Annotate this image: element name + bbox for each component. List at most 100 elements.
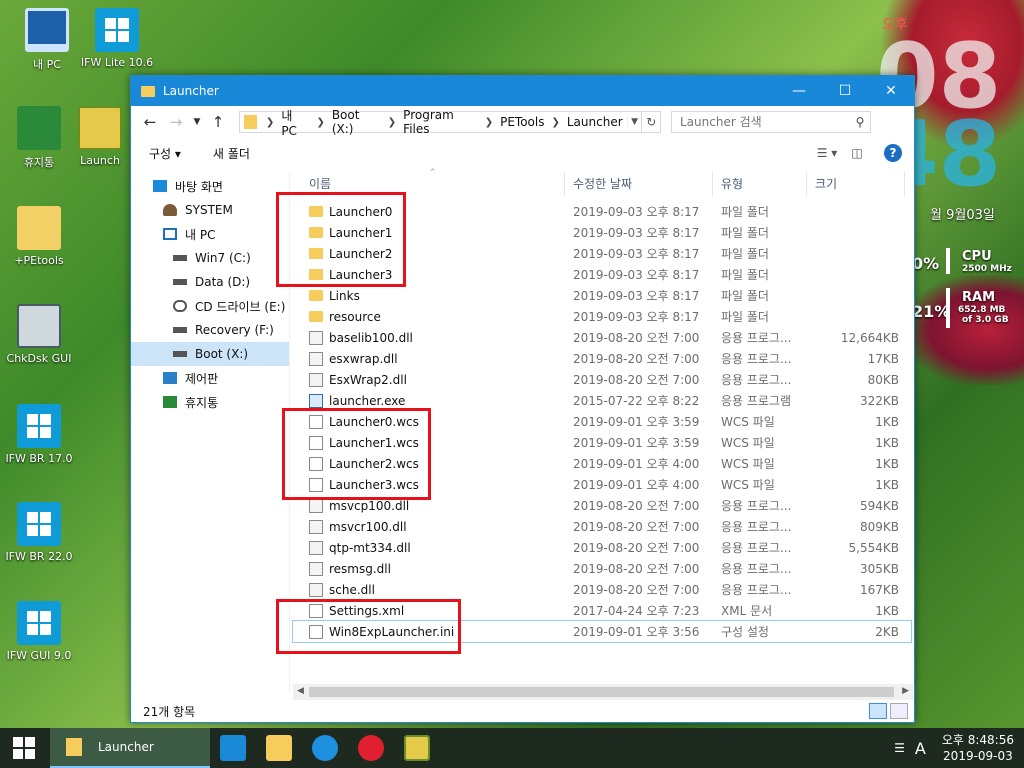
file-name-cell[interactable]: qtp-mt334.dll [293,540,565,555]
column-header-size[interactable]: 크기 [807,172,905,196]
search-icon[interactable]: ⚲ [850,115,870,129]
view-options-icon[interactable]: ☰ ▾ [812,146,842,160]
address-bar[interactable]: ❯ 내 PC ❯ Boot (X:) ❯ Program Files ❯ PET… [239,108,661,138]
file-name: msvcp100.dll [329,498,410,513]
taskbar-clock[interactable]: 오후 8:48:56 2019-09-03 [942,732,1014,764]
taskbar-item-launcher[interactable]: Launcher [50,728,210,768]
search-box[interactable]: ⚲ [671,111,871,133]
preview-pane-icon[interactable]: ◫ [842,146,872,160]
breadcrumb-item[interactable]: 내 PC [277,107,313,138]
help-icon[interactable]: ? [884,144,902,162]
file-name-cell[interactable]: resource [293,310,565,324]
file-size: 1KB [875,477,899,492]
cpu-freq: 2500 MHz [962,264,1012,274]
nav-item-desktop[interactable]: 바탕 화면 [131,174,289,198]
organize-button[interactable]: 구성 ▾ [149,145,181,162]
nav-item-control-panel[interactable]: 제어판 [131,366,289,390]
desktop-icon-ifw-br-17[interactable]: IFW BR 17.0 [0,404,82,465]
new-folder-button[interactable]: 새 폴더 [213,145,250,162]
file-name-cell[interactable]: resmsg.dll [293,561,565,576]
title-bar[interactable]: Launcher — ☐ ✕ [131,76,914,106]
desktop-icon-launch[interactable]: Launch [70,106,130,167]
file-date: 2015-07-22 오후 8:22 [573,394,700,408]
taskbar-app[interactable] [210,728,256,768]
nav-item-data[interactable]: Data (D:) [131,270,289,294]
file-row[interactable]: resmsg.dll 2019-08-20 오전 7:00 응용 프로그... 305… [293,558,911,579]
nav-item-my-pc[interactable]: 내 PC [131,222,289,246]
file-row[interactable]: Links 2019-09-03 오후 8:17 파일 폴더 [293,285,911,306]
nav-item-win7[interactable]: Win7 (C:) [131,246,289,270]
chevron-down-icon[interactable]: ▼ [626,117,642,127]
minimize-button[interactable]: — [776,76,822,106]
dll-file-icon [309,582,323,597]
file-row[interactable]: msvcr100.dll 2019-08-20 오전 7:00 응용 프로그... 8… [293,516,911,537]
nav-item-system[interactable]: SYSTEM [131,198,289,222]
file-name-cell[interactable]: sche.dll [293,582,565,597]
ram-total: of 3.0 GB [962,315,1009,325]
file-name: Links [329,288,360,303]
taskbar-app[interactable] [256,728,302,768]
file-name-cell[interactable]: launcher.exe [293,393,565,408]
file-name-cell[interactable]: msvcr100.dll [293,519,565,534]
file-date: 2019-09-01 오후 3:56 [573,625,700,639]
breadcrumb-item[interactable]: Launcher [563,115,627,129]
recycle-bin-icon [17,106,61,150]
recent-chevron-icon[interactable]: ▼ [189,117,205,127]
scroll-right-icon[interactable]: ▶ [902,686,909,696]
file-name-cell[interactable]: baselib100.dll [293,330,565,345]
horizontal-scrollbar[interactable]: ◀ ▶ [293,684,913,700]
file-row[interactable]: baselib100.dll 2019-08-20 오전 7:00 응용 프로그..… [293,327,911,348]
nav-item-recovery[interactable]: Recovery (F:) [131,318,289,342]
column-header-type[interactable]: 유형 [713,172,807,196]
taskbar-app[interactable] [348,728,394,768]
file-row[interactable]: qtp-mt334.dll 2019-08-20 오전 7:00 응용 프로그...… [293,537,911,558]
search-input[interactable] [680,115,850,129]
breadcrumb-item[interactable]: PETools [496,115,548,129]
chevron-right-icon[interactable]: ❯ [482,117,496,128]
up-arrow-icon[interactable]: ↑ [205,113,231,131]
file-row[interactable]: esxwrap.dll 2019-08-20 오전 7:00 응용 프로그... 17… [293,348,911,369]
breadcrumb-item[interactable]: Program Files [399,108,482,136]
file-shortcut-icon [17,206,61,250]
keyboard-icon[interactable]: ☰ [894,741,905,755]
scroll-left-icon[interactable]: ◀ [297,686,304,696]
file-row[interactable]: resource 2019-09-03 오후 8:17 파일 폴더 [293,306,911,327]
forward-arrow-icon[interactable]: → [163,113,189,131]
chevron-right-icon[interactable]: ❯ [313,117,327,128]
nav-item-recycle-bin[interactable]: 휴지통 [131,390,289,414]
scrollbar-thumb[interactable] [309,687,894,697]
chevron-right-icon[interactable]: ❯ [263,117,277,128]
nav-item-label: Boot (X:) [195,347,249,361]
disk-icon [17,304,61,348]
taskbar-app[interactable] [302,728,348,768]
drive-icon [173,327,187,333]
close-button[interactable]: ✕ [868,76,914,106]
taskbar-app[interactable] [394,728,440,768]
ime-indicator[interactable]: A [915,739,926,758]
file-name-cell[interactable]: Links [293,289,565,303]
refresh-icon[interactable]: ↻ [641,112,660,132]
file-name-cell[interactable]: EsxWrap2.dll [293,372,565,387]
desktop-icon-ifw-gui[interactable]: IFW GUI 9.0 [0,601,82,662]
file-name-cell[interactable]: esxwrap.dll [293,351,565,366]
desktop-icon-ifw-lite[interactable]: IFW Lite 10.6 [74,8,160,69]
desktop-icon-petools[interactable]: +PEtools [0,206,82,267]
chevron-right-icon[interactable]: ❯ [548,117,562,128]
file-date: 2019-09-03 오후 8:17 [573,289,700,303]
back-arrow-icon[interactable]: ← [137,113,163,131]
start-button[interactable] [0,728,48,768]
desktop-icon-ifw-br-22[interactable]: IFW BR 22.0 [0,502,82,563]
file-date: 2017-04-24 오후 7:23 [573,604,700,618]
large-icons-view-icon[interactable] [890,703,908,719]
details-view-icon[interactable] [869,703,887,719]
file-row[interactable]: EsxWrap2.dll 2019-08-20 오전 7:00 응용 프로그... 8… [293,369,911,390]
desktop-icon-chkdsk[interactable]: ChkDsk GUI [0,304,82,365]
chevron-right-icon[interactable]: ❯ [385,117,399,128]
file-name-cell[interactable]: msvcp100.dll [293,498,565,513]
nav-item-boot[interactable]: Boot (X:) [131,342,289,366]
nav-item-cd-drive[interactable]: CD 드라이브 (E:) • [131,294,289,318]
column-header-date[interactable]: 수정한 날짜 [565,172,713,196]
maximize-button[interactable]: ☐ [822,76,868,106]
file-row[interactable]: sche.dll 2019-08-20 오전 7:00 응용 프로그... 167KB [293,579,911,600]
breadcrumb-item[interactable]: Boot (X:) [328,108,385,136]
